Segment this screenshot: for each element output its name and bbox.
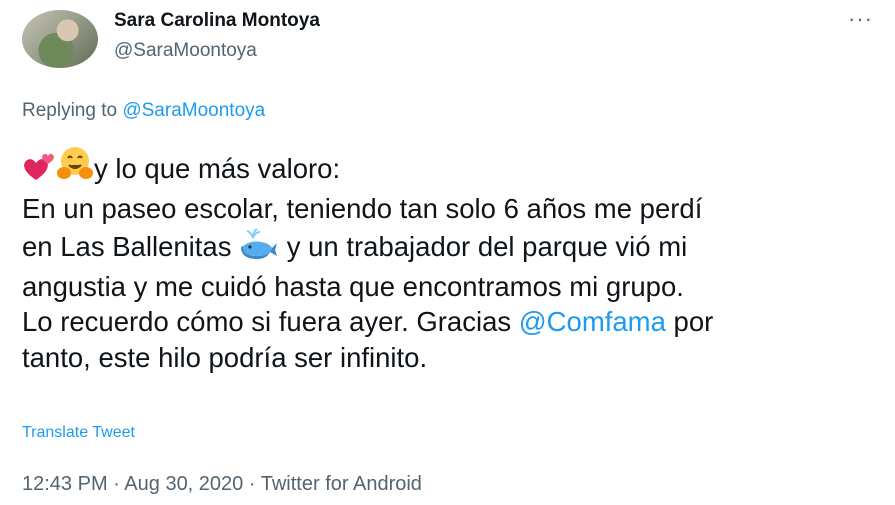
more-options-icon[interactable]: ··· — [848, 6, 873, 32]
tweet-line-5a: Lo recuerdo cómo si fuera ayer. Gracias — [22, 306, 512, 337]
hugging-face-icon — [56, 144, 94, 191]
replying-to: Replying to @SaraMoontoya — [22, 100, 265, 122]
tweet-line-1: y lo que más valoro: — [94, 153, 341, 184]
tweet-date[interactable]: Aug 30, 2020 — [124, 473, 243, 495]
tweet-line-4: angustia y me cuidó hasta que encontramo… — [22, 270, 684, 302]
author-name[interactable]: Sara Carolina Montoya — [114, 10, 320, 32]
two-hearts-icon — [22, 152, 56, 191]
tweet-text: y lo que más valoro: En un paseo escolar… — [22, 144, 882, 375]
tweet-line-2: En un paseo escolar, teniendo tan solo 6… — [22, 192, 703, 224]
comfama-mention-link[interactable]: @Comfama — [519, 306, 666, 337]
meta-separator: · — [113, 473, 120, 495]
author-handle[interactable]: @SaraMoontoya — [114, 40, 257, 62]
tweet-line-5b: por — [673, 306, 714, 337]
replying-prefix: Replying to — [22, 100, 118, 121]
avatar[interactable] — [22, 10, 98, 68]
tweet-metadata: 12:43 PM · Aug 30, 2020 · Twitter for An… — [22, 473, 422, 496]
tweet-line-3a: en Las Ballenitas — [22, 231, 232, 262]
tweet-time[interactable]: 12:43 PM — [22, 473, 108, 495]
tweet-line-3b: y un trabajador del parque vió mi — [286, 231, 688, 262]
translate-tweet-link[interactable]: Translate Tweet — [22, 424, 135, 442]
reply-mention-link[interactable]: @SaraMoontoya — [122, 100, 265, 121]
meta-separator: · — [248, 473, 256, 495]
tweet-line-6: tanto, este hilo podría ser infinito. — [22, 341, 428, 373]
tweet-source[interactable]: Twitter for Android — [261, 473, 422, 495]
spouting-whale-icon — [239, 226, 279, 269]
